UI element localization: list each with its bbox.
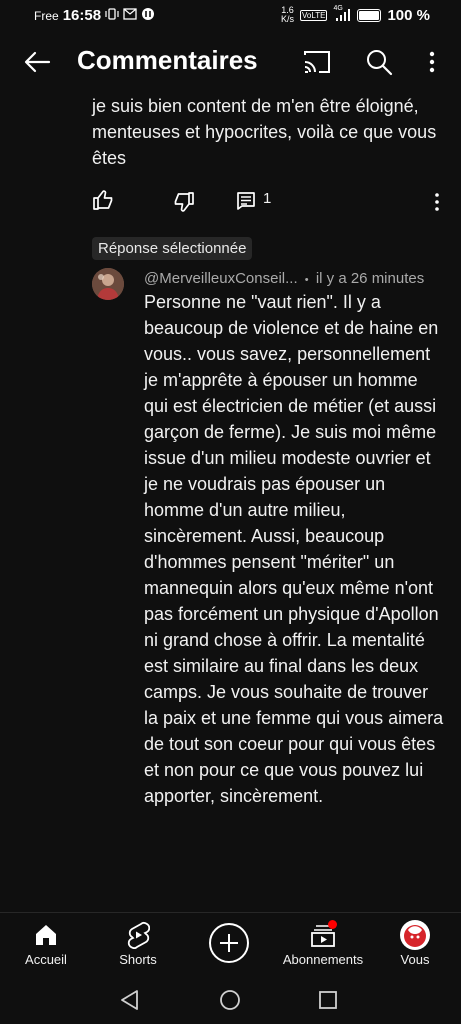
battery-percent: 100 % — [387, 6, 430, 24]
speed-unit: K/s — [281, 14, 295, 24]
nav-subscriptions[interactable]: Abonnements — [277, 913, 369, 973]
nav-you-label: Vous — [400, 952, 430, 967]
volte-badge: VoLTE — [300, 9, 328, 21]
page-title: Commentaires — [77, 45, 258, 75]
bottom-navigation: Accueil Shorts Abonnements Vous — [0, 912, 461, 973]
nav-you[interactable]: Vous — [369, 913, 461, 973]
meta-separator: • — [304, 274, 309, 286]
notification-dot — [328, 920, 337, 929]
reply-author[interactable]: @MerveilleuxConseil... — [144, 270, 298, 287]
carrier-label: Free — [34, 8, 59, 23]
status-bar: Free 16:58 1.6 K/s VoLTE 4G 100 % — [0, 0, 461, 32]
system-navigation-bar — [0, 972, 461, 1024]
app-notification-icon — [141, 7, 155, 24]
reply-text: Personne ne "vaut rien". Il y a beaucoup… — [144, 292, 444, 806]
system-home-icon[interactable] — [219, 989, 241, 1011]
system-back-icon[interactable] — [119, 989, 141, 1011]
parent-comment-text: je suis bien content de m'en être éloign… — [92, 96, 437, 168]
dislike-icon[interactable] — [173, 191, 195, 213]
app-bar: Commentaires — [0, 32, 461, 90]
cast-icon[interactable] — [302, 48, 332, 76]
shorts-icon — [127, 921, 150, 949]
reply-count[interactable]: 1 — [263, 190, 271, 207]
nav-home-label: Accueil — [25, 952, 67, 967]
comment-menu-icon[interactable] — [433, 191, 441, 213]
reply-comment-icon[interactable] — [236, 191, 256, 211]
system-recents-icon[interactable] — [318, 990, 338, 1010]
create-button[interactable] — [209, 923, 249, 963]
back-arrow-icon[interactable] — [22, 47, 52, 77]
clock: 16:58 — [62, 7, 102, 24]
nav-home[interactable]: Accueil — [0, 913, 92, 973]
reply-time: il y a 26 minutes — [315, 270, 425, 287]
battery-icon — [357, 8, 382, 22]
parent-comment-actions: 1 — [0, 187, 461, 215]
more-vert-icon[interactable] — [424, 49, 440, 75]
search-icon[interactable] — [365, 48, 393, 76]
network-type: 4G — [333, 5, 343, 12]
nav-shorts-label: Shorts — [119, 952, 157, 967]
mail-icon — [123, 8, 137, 23]
profile-avatar-icon — [400, 920, 430, 950]
nav-shorts[interactable]: Shorts — [92, 913, 184, 973]
vibrate-icon — [105, 7, 119, 24]
selected-reply-badge: Réponse sélectionnée — [92, 237, 253, 260]
reply-meta: @MerveilleuxConseil... • il y a 26 minut… — [144, 270, 424, 287]
avatar[interactable] — [92, 268, 124, 300]
nav-subscriptions-label: Abonnements — [282, 952, 364, 967]
network-speed: 1.6 K/s — [281, 6, 294, 24]
home-icon — [36, 925, 56, 945]
signal-icon: 4G — [333, 5, 351, 22]
like-icon[interactable] — [92, 189, 114, 211]
